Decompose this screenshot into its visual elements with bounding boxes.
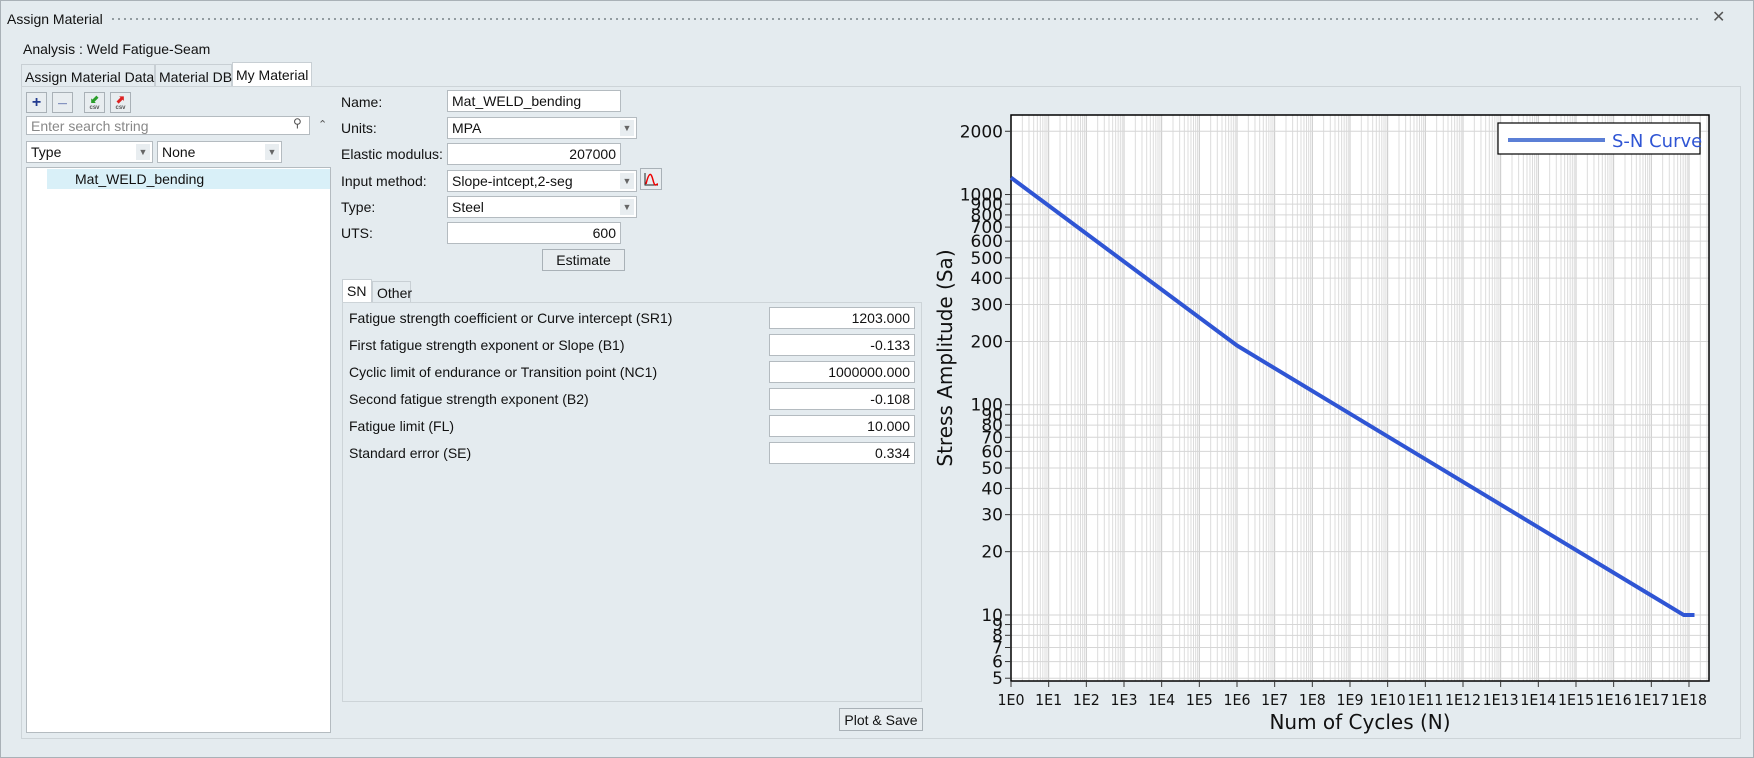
x-tick-label: 1E4 xyxy=(1148,691,1175,709)
y-tick-label: 2000 xyxy=(960,122,1003,142)
x-tick-label: 1E9 xyxy=(1336,691,1363,709)
legend-label: S-N Curve xyxy=(1612,131,1702,152)
x-tick-label: 1E10 xyxy=(1370,691,1406,709)
x-tick-label: 1E12 xyxy=(1445,691,1481,709)
x-tick-label: 1E2 xyxy=(1073,691,1100,709)
y-tick-label: 200 xyxy=(971,332,1003,352)
x-tick-label: 1E14 xyxy=(1520,691,1556,709)
y-tick-label: 10 xyxy=(981,606,1003,626)
x-tick-label: 1E3 xyxy=(1110,691,1137,709)
y-tick-label: 40 xyxy=(981,479,1003,499)
y-tick-label: 1000 xyxy=(960,186,1003,206)
x-tick-label: 1E15 xyxy=(1558,691,1594,709)
sn-chart: 5678910203040506070809010020030040050060… xyxy=(933,114,1710,734)
x-tick-label: 1E5 xyxy=(1186,691,1213,709)
x-tick-label: 1E6 xyxy=(1223,691,1250,709)
y-tick-label: 30 xyxy=(981,506,1003,526)
x-tick-label: 1E11 xyxy=(1407,691,1443,709)
y-axis-title: Stress Amplitude (Sa) xyxy=(933,249,957,466)
x-tick-label: 1E16 xyxy=(1596,691,1632,709)
y-tick-label: 300 xyxy=(971,295,1003,315)
x-tick-label: 1E8 xyxy=(1299,691,1326,709)
x-tick-label: 1E18 xyxy=(1671,691,1707,709)
y-tick-label: 20 xyxy=(981,543,1003,563)
x-tick-label: 1E17 xyxy=(1633,691,1669,709)
x-axis-title: Num of Cycles (N) xyxy=(1269,710,1450,734)
x-tick-label: 1E1 xyxy=(1035,691,1062,709)
x-tick-label: 1E7 xyxy=(1261,691,1288,709)
x-tick-label: 1E13 xyxy=(1483,691,1519,709)
y-tick-label: 400 xyxy=(971,269,1003,289)
x-tick-label: 1E0 xyxy=(998,691,1025,709)
y-tick-label: 100 xyxy=(971,396,1003,416)
